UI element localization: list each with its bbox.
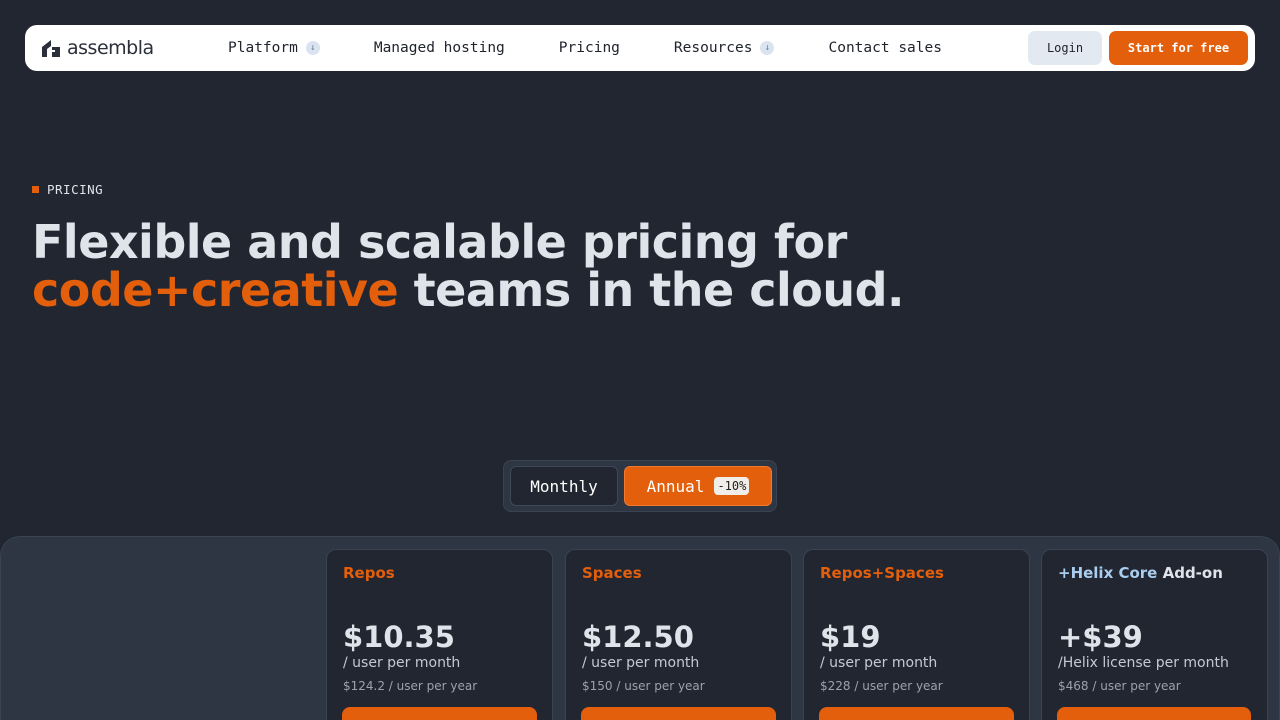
start-for-free-button[interactable]: Start for free [1109,31,1248,65]
plan-price-unit: /Helix license per month [1058,655,1229,671]
plan-name: Repos [343,564,395,582]
plan-card-helix-addon: +Helix Core Add-on +$39 /Helix license p… [1041,549,1268,720]
plan-name-highlight: +Helix Core [1058,564,1158,582]
plan-cta-button[interactable] [581,707,776,720]
login-button[interactable]: Login [1028,31,1102,65]
section-eyebrow: PRICING [32,182,103,197]
nav-link-label: Platform [228,40,298,56]
annual-toggle-button[interactable]: Annual -10% [624,466,772,506]
plan-card-repos-spaces: Repos+Spaces $19 / user per month $228 /… [803,549,1030,720]
eyebrow-label: PRICING [47,182,104,197]
page-headline: Flexible and scalable pricing for code+c… [32,218,932,314]
nav-link-contact-sales[interactable]: Contact sales [828,40,942,56]
plan-yearly-price: $228 / user per year [820,679,943,693]
discount-badge: -10% [714,477,750,495]
square-bullet-icon [32,186,39,193]
plan-yearly-price: $150 / user per year [582,679,705,693]
plan-card-spaces: Spaces $12.50 / user per month $150 / us… [565,549,792,720]
top-navbar: assembla Platform ↓ Managed hosting Pric… [25,25,1255,71]
nav-link-resources[interactable]: Resources ↓ [674,40,775,56]
plan-price: $19 [820,620,881,654]
plan-yearly-price: $468 / user per year [1058,679,1181,693]
plan-name: Repos+Spaces [820,564,944,582]
logo-text: assembla [67,37,154,59]
nav-links: Platform ↓ Managed hosting Pricing Resou… [228,25,942,71]
nav-link-managed-hosting[interactable]: Managed hosting [374,40,505,56]
nav-link-label: Contact sales [828,40,942,56]
plan-cta-button[interactable] [819,707,1014,720]
headline-line1: Flexible and scalable pricing for [32,215,847,269]
nav-link-label: Pricing [558,40,620,56]
nav-link-label: Managed hosting [373,40,505,56]
nav-link-label: Resources [673,40,753,56]
billing-toggle: Monthly Annual -10% [503,460,777,512]
headline-line2: teams in the cloud. [398,263,905,317]
plan-cta-button[interactable] [342,707,537,720]
plan-yearly-price: $124.2 / user per year [343,679,478,693]
assembla-logo[interactable]: assembla [40,36,154,60]
plan-price-unit: / user per month [820,655,938,671]
assembla-logo-icon [42,40,60,57]
plan-price-unit: / user per month [343,655,461,671]
plan-price: $10.35 [343,620,455,654]
plan-card-repos: Repos $10.35 / user per month $124.2 / u… [326,549,553,720]
plan-price-unit: / user per month [582,655,700,671]
chevron-down-icon: ↓ [305,41,320,55]
plan-price: $12.50 [582,620,694,654]
plan-price: +$39 [1058,620,1143,654]
plan-cta-button[interactable] [1057,707,1251,720]
chevron-down-icon: ↓ [760,41,775,55]
plan-name: +Helix Core Add-on [1058,564,1251,582]
monthly-toggle-button[interactable]: Monthly [510,466,618,506]
plan-name-rest: Add-on [1157,564,1223,582]
headline-accent: code+creative [32,263,399,317]
nav-link-platform[interactable]: Platform ↓ [228,40,320,56]
annual-label: Annual [646,476,705,496]
plan-name: Spaces [582,564,642,582]
nav-link-pricing[interactable]: Pricing [559,40,620,56]
